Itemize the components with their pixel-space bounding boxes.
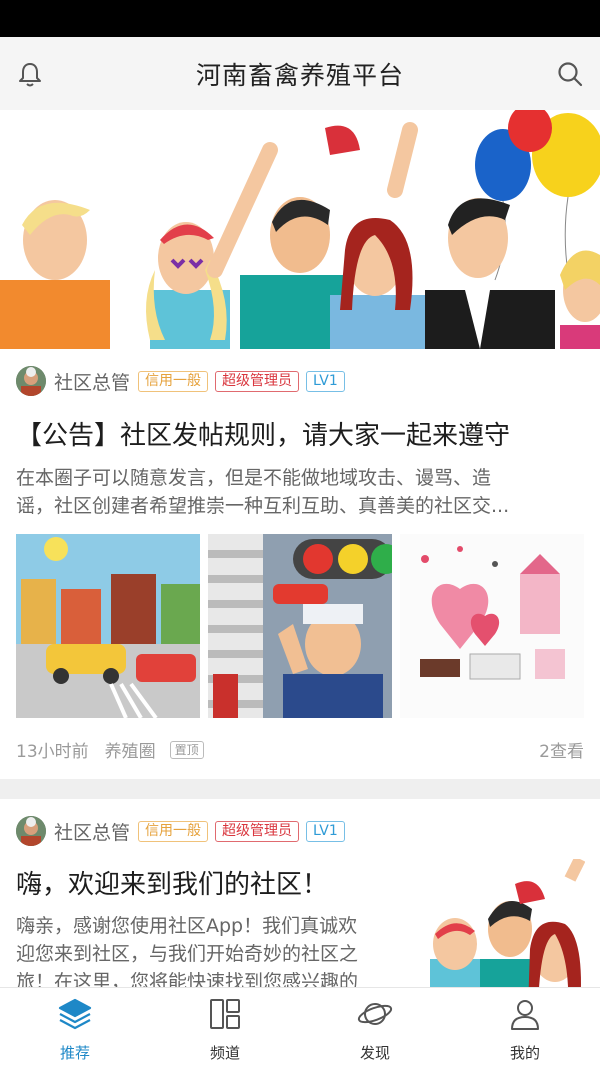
- post-image[interactable]: [16, 534, 200, 718]
- user-icon: [507, 996, 543, 1032]
- post-images: [16, 534, 600, 718]
- post-meta: 13小时前 养殖圈 置顶 2查看: [16, 737, 584, 762]
- post-excerpt[interactable]: 在本圈子可以随意发言，但是不能做地域攻击、谩骂、造 谣，社区创建者希望推崇一种互…: [16, 464, 509, 520]
- search-icon[interactable]: [540, 37, 600, 110]
- post-excerpt-line: 嗨亲，感谢您使用社区App！我们真诚欢: [16, 915, 358, 937]
- post-circle-link[interactable]: 养殖圈: [105, 737, 156, 762]
- post-card[interactable]: 社区总管 信用一般 超级管理员 LV1 【公告】社区发帖规则，请大家一起来遵守 …: [0, 349, 600, 779]
- level-badge: LV1: [306, 820, 345, 842]
- post-excerpt[interactable]: 嗨亲，感谢您使用社区App！我们真诚欢 迎您来到社区，与我们开始奇妙的社区之 旅…: [16, 912, 416, 996]
- post-title[interactable]: 嗨，欢迎来到我们的社区！: [16, 864, 328, 901]
- view-count: 2查看: [539, 742, 584, 762]
- post-author[interactable]: 社区总管 信用一般 超级管理员 LV1: [16, 365, 352, 397]
- grid-icon: [207, 996, 243, 1032]
- pinned-badge: 置顶: [169, 740, 204, 759]
- notification-bell-icon[interactable]: [0, 37, 60, 110]
- page-title: 河南畜禽养殖平台: [195, 60, 404, 90]
- post-image[interactable]: [208, 534, 392, 718]
- bottom-tab-bar: 推荐 频道 发现 我的: [0, 987, 600, 1067]
- avatar[interactable]: [16, 816, 46, 846]
- tab-label: 频道: [209, 1044, 240, 1062]
- status-bar: [0, 0, 600, 37]
- tab-discover[interactable]: 发现: [300, 988, 450, 1067]
- avatar[interactable]: [16, 366, 46, 396]
- post-divider: [0, 779, 600, 799]
- post-card[interactable]: 社区总管 信用一般 超级管理员 LV1 嗨，欢迎来到我们的社区！ 嗨亲，感谢您使…: [0, 799, 600, 1009]
- post-feed: 社区总管 信用一般 超级管理员 LV1 【公告】社区发帖规则，请大家一起来遵守 …: [0, 349, 600, 1009]
- layers-icon: [57, 996, 93, 1032]
- banner-image[interactable]: [0, 110, 600, 349]
- post-time: 13小时前: [16, 742, 89, 762]
- tab-label: 推荐: [59, 1044, 90, 1062]
- tab-profile[interactable]: 我的: [450, 988, 600, 1067]
- post-excerpt-line: 谣，社区创建者希望推崇一种互利互助、真善美的社区交...: [16, 495, 510, 517]
- admin-badge: 超级管理员: [215, 370, 300, 392]
- tab-label: 发现: [359, 1044, 390, 1062]
- post-author[interactable]: 社区总管 信用一般 超级管理员 LV1: [16, 815, 352, 847]
- app-header: 河南畜禽养殖平台: [0, 37, 600, 110]
- post-excerpt-line: 迎您来到社区，与我们开始奇妙的社区之: [16, 943, 359, 965]
- post-excerpt-line: 在本圈子可以随意发言，但是不能做地域攻击、谩骂、造: [16, 467, 492, 489]
- tab-recommend[interactable]: 推荐: [0, 988, 150, 1067]
- post-title[interactable]: 【公告】社区发帖规则，请大家一起来遵守: [16, 415, 510, 452]
- author-name[interactable]: 社区总管: [54, 368, 130, 395]
- admin-badge: 超级管理员: [215, 820, 300, 842]
- author-name[interactable]: 社区总管: [54, 818, 130, 845]
- credit-badge: 信用一般: [138, 370, 209, 392]
- credit-badge: 信用一般: [138, 820, 209, 842]
- tab-channels[interactable]: 频道: [150, 988, 300, 1067]
- level-badge: LV1: [306, 370, 345, 392]
- planet-icon: [357, 996, 393, 1032]
- post-image[interactable]: [400, 534, 584, 718]
- tab-label: 我的: [509, 1044, 540, 1062]
